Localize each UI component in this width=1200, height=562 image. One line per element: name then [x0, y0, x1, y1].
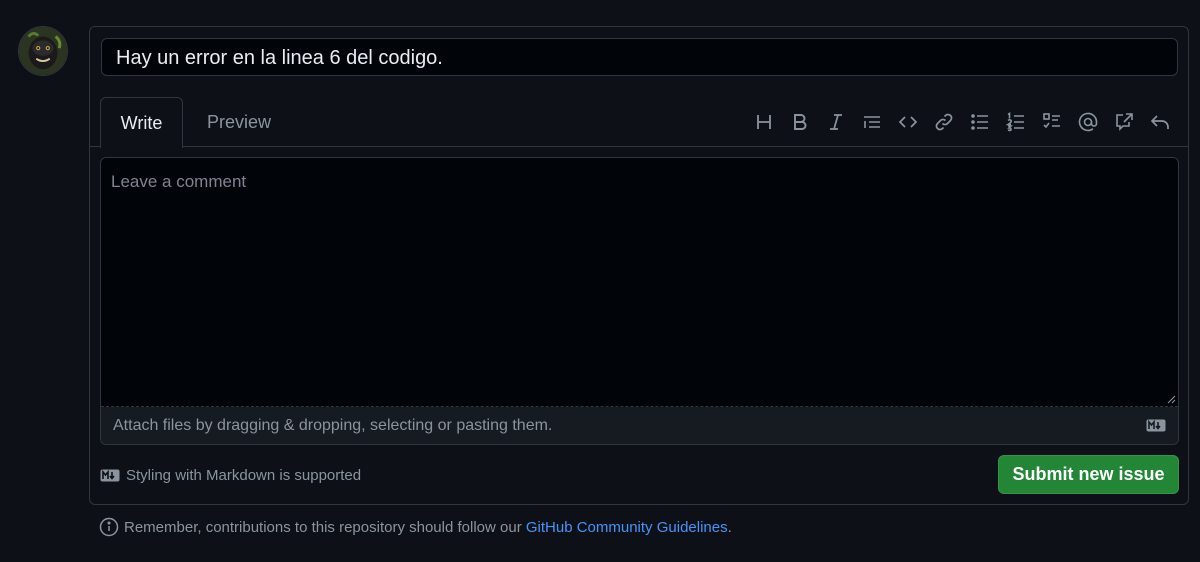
tab-write[interactable]: Write [100, 97, 183, 148]
issue-title-input[interactable]: Hay un error en la linea 6 del codigo. [101, 38, 1178, 76]
link-icon[interactable] [926, 107, 962, 137]
tab-preview[interactable]: Preview [198, 97, 280, 147]
info-icon [99, 517, 119, 537]
italic-icon[interactable] [818, 107, 854, 137]
mention-icon[interactable] [1070, 107, 1106, 137]
comment-textarea[interactable]: Leave a comment [101, 158, 1178, 407]
unordered-list-icon[interactable] [962, 107, 998, 137]
comment-placeholder: Leave a comment [111, 172, 247, 191]
attach-files-bar[interactable]: Attach files by dragging & dropping, sel… [101, 407, 1178, 444]
task-list-icon[interactable] [1034, 107, 1070, 137]
cross-reference-icon[interactable] [1106, 107, 1142, 137]
markdown-icon [100, 469, 120, 481]
comment-editor: Leave a comment Attach files by dragging… [100, 157, 1179, 445]
markdown-note-label: Styling with Markdown is supported [126, 466, 362, 484]
submit-new-issue-button[interactable]: Submit new issue [998, 455, 1179, 494]
code-icon[interactable] [890, 107, 926, 137]
notice-text: Remember, contributions to this reposito… [124, 518, 526, 536]
reply-icon[interactable] [1142, 107, 1178, 137]
quote-icon[interactable] [854, 107, 890, 137]
new-issue-form: Hay un error en la linea 6 del codigo. W… [89, 26, 1189, 505]
markdown-icon [1146, 419, 1166, 432]
markdown-support-note[interactable]: Styling with Markdown is supported [100, 455, 361, 495]
contribution-notice: Remember, contributions to this reposito… [99, 515, 732, 539]
markdown-toolbar [746, 107, 1178, 137]
notice-suffix: . [727, 518, 732, 536]
bold-icon[interactable] [782, 107, 818, 137]
heading-icon[interactable] [746, 107, 782, 137]
ordered-list-icon[interactable] [998, 107, 1034, 137]
form-footer: Styling with Markdown is supported Submi… [100, 455, 1179, 495]
avatar[interactable] [18, 26, 68, 76]
resize-grip-icon[interactable] [1166, 394, 1176, 404]
attach-files-text: Attach files by dragging & dropping, sel… [113, 417, 553, 434]
community-guidelines-link[interactable]: GitHub Community Guidelines [526, 519, 728, 536]
